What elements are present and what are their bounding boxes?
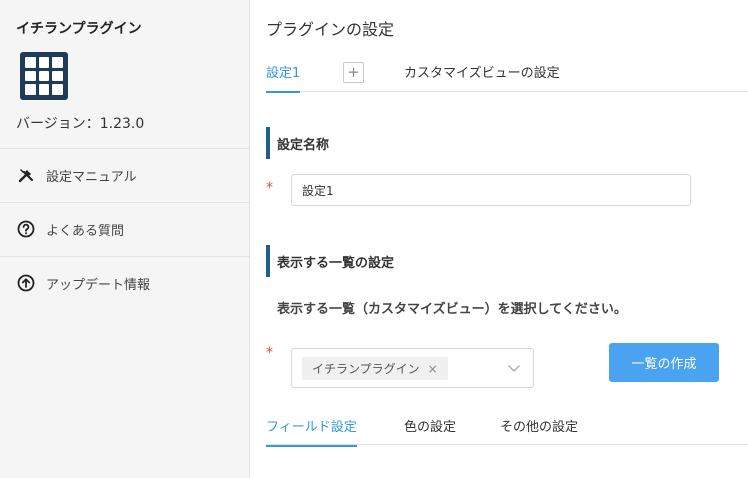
- chevron-down-icon: [507, 361, 521, 375]
- nav-label: よくある質問: [46, 223, 125, 239]
- arrow-up-circle-icon: [16, 273, 36, 293]
- add-tab-button[interactable]: +: [343, 62, 364, 83]
- instruction-text: 表示する一覧（カスタマイズビュー）を選択してください。: [277, 302, 627, 317]
- chip-remove-icon[interactable]: ×: [428, 362, 438, 376]
- version-label: バージョン：1.23.0: [16, 116, 145, 132]
- section-heading-setting-name: 設定名称: [266, 127, 329, 159]
- tab-color-settings[interactable]: 色の設定: [404, 416, 456, 445]
- selected-chip: イチランプラグイン ×: [302, 357, 448, 380]
- create-list-button[interactable]: 一覧の作成: [609, 343, 719, 382]
- setting-name-input[interactable]: [291, 174, 691, 206]
- nav-item-updates[interactable]: アップデート情報: [0, 257, 250, 309]
- required-mark: *: [266, 180, 273, 196]
- plugin-name: イチランプラグイン: [16, 21, 142, 37]
- tools-icon: [16, 165, 36, 185]
- page-title: プラグインの設定: [266, 20, 395, 39]
- required-mark: *: [266, 345, 273, 361]
- tab-setting-1[interactable]: 設定1: [266, 62, 301, 93]
- tab-other-settings[interactable]: その他の設定: [500, 416, 578, 445]
- view-select[interactable]: イチランプラグイン ×: [291, 348, 534, 388]
- tab-customize-view[interactable]: カスタマイズビューの設定: [404, 62, 560, 81]
- nav-label: 設定マニュアル: [46, 169, 137, 185]
- nav-label: アップデート情報: [46, 277, 151, 293]
- chip-label: イチランプラグイン: [312, 362, 420, 376]
- main-panel: プラグインの設定 設定1 + カスタマイズビューの設定 設定名称 * 表示する一…: [250, 0, 748, 478]
- tab-field-settings[interactable]: フィールド設定: [266, 416, 357, 447]
- nav-item-faq[interactable]: よくある質問: [0, 203, 250, 255]
- sub-tabs: フィールド設定 色の設定 その他の設定: [266, 405, 748, 447]
- section-heading-list-setting: 表示する一覧の設定: [266, 245, 394, 277]
- sidebar: イチランプラグイン バージョン：1.23.0 設定マニュアル よくある質問 アッ…: [0, 0, 250, 478]
- question-circle-icon: [16, 219, 36, 239]
- grid-icon: [20, 52, 68, 100]
- nav-item-manual[interactable]: 設定マニュアル: [0, 149, 250, 201]
- settings-tabs: 設定1 + カスタマイズビューの設定: [266, 52, 748, 93]
